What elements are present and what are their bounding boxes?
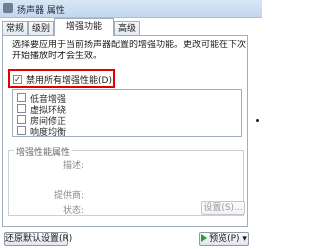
description-line: 开始播放时才会生效。 (12, 51, 103, 61)
disable-all-label[interactable]: 禁用所有增强性能(D) (26, 73, 112, 86)
tab-general[interactable]: 常规 (2, 21, 28, 35)
preview-button-label: 预览(P) (209, 234, 240, 244)
status-field-label: 状态: (62, 206, 84, 216)
room-correction-checkbox[interactable] (17, 115, 26, 124)
settings-button[interactable]: 设置(S)... (201, 201, 245, 215)
chevron-down-icon[interactable]: ▾ (240, 234, 247, 244)
tab-levels[interactable]: 级别 (28, 21, 54, 35)
bass-boost-checkbox[interactable] (17, 93, 26, 102)
description-text: 选择要应用于当前扬声器配置的增强功能。更改可能在下次 开始播放时才会生效。 (12, 40, 248, 62)
provider-field-label: 提供商: (53, 191, 84, 201)
tab-enhancements[interactable]: 增强功能 (54, 18, 114, 36)
cursor-dot (256, 119, 259, 122)
loudness-equalization-checkbox[interactable] (17, 126, 26, 135)
description-field-label: 描述: (62, 161, 84, 171)
tab-advanced[interactable]: 高级 (114, 21, 140, 35)
description-line: 选择要应用于当前扬声器配置的增强功能。更改可能在下次 (12, 40, 247, 50)
window-title: 扬声器 属性 (17, 6, 65, 16)
virtual-surround-checkbox[interactable] (17, 104, 26, 113)
play-icon (201, 234, 208, 242)
restore-defaults-button[interactable]: 还原默认设置(R) (4, 232, 72, 246)
enhancements-list[interactable]: 低音增强 虚拟环绕 房间修正 响度均衡 (12, 89, 242, 138)
loudness-equalization-label: 响度均衡 (30, 128, 67, 138)
title-bar[interactable]: 扬声器 属性 (0, 0, 262, 18)
disable-all-checkbox[interactable]: ✓ (13, 75, 22, 84)
preview-button[interactable]: 预览(P) ▾ (199, 232, 249, 246)
speaker-icon (3, 3, 13, 13)
properties-group-title: 增强性能属性 (14, 145, 73, 158)
tab-strip: 常规 级别 增强功能 高级 (0, 17, 262, 36)
